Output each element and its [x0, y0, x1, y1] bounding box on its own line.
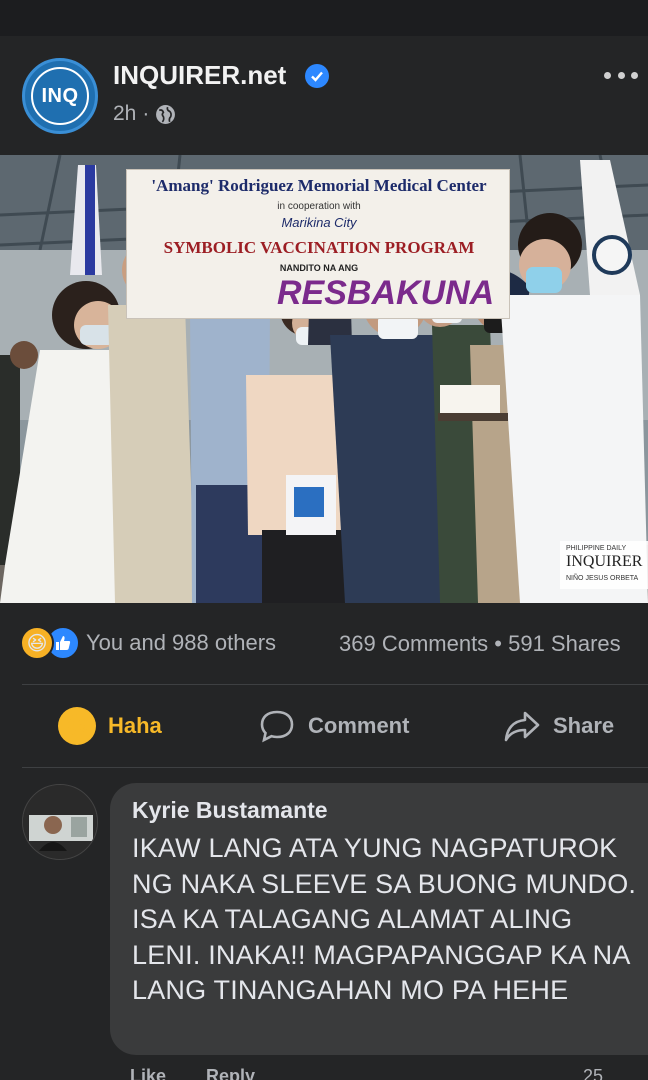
- photo-watermark: PHILIPPINE DAILY INQUIRER NIÑO JESUS ORB…: [560, 541, 648, 589]
- comments-shares-count[interactable]: 369 Comments • 591 Shares: [339, 631, 621, 657]
- banner-city: Marikina City: [281, 215, 357, 230]
- reactions-text: You and 988 others: [86, 630, 277, 655]
- page-avatar[interactable]: INQ: [22, 58, 98, 134]
- watermark-brand: INQUIRER: [566, 553, 643, 570]
- comment-actions: Like Reply: [130, 1066, 255, 1080]
- post-photo[interactable]: 'Amang' Rodriguez Memorial Medical Cente…: [0, 155, 648, 603]
- watermark-top: PHILIPPINE DAILY: [566, 545, 627, 552]
- banner-title: 'Amang' Rodriguez Memorial Medical Cente…: [151, 176, 487, 195]
- commenter-avatar[interactable]: [22, 784, 98, 860]
- haha-icon: 😆: [58, 707, 96, 745]
- post-meta: 2h ·: [113, 102, 176, 126]
- banner-logo-text: RESBAKUNA: [277, 274, 495, 312]
- haha-label: Haha: [108, 713, 162, 738]
- comment-icon: [260, 710, 294, 743]
- banner-subtitle: in cooperation with: [277, 201, 361, 212]
- share-icon: [504, 711, 540, 742]
- verified-badge-icon: [305, 64, 329, 88]
- comment-text: IKAW LANG ATA YUNG NAGPATUROK NG NAKA SL…: [132, 833, 637, 1005]
- divider: [22, 684, 648, 685]
- comment-bubble[interactable]: Kyrie Bustamante IKAW LANG ATA YUNG NAGP…: [110, 783, 648, 1055]
- banner-program: SYMBOLIC VACCINATION PROGRAM: [163, 238, 475, 257]
- haha-button[interactable]: 😆 Haha: [58, 704, 162, 748]
- status-bar: [0, 0, 648, 36]
- comment-reaction-count[interactable]: 25: [583, 1066, 603, 1080]
- share-button[interactable]: Share: [503, 704, 614, 748]
- comment-label: Comment: [308, 713, 410, 738]
- divider: [22, 767, 648, 768]
- page-name[interactable]: INQUIRER.net: [113, 60, 286, 91]
- reactions-summary[interactable]: 😆 You and 988 others: [20, 626, 276, 660]
- comment-author[interactable]: Kyrie Bustamante: [132, 797, 328, 824]
- commenter-photo: [23, 785, 97, 859]
- meta-dot: ·: [142, 102, 150, 125]
- like-link[interactable]: Like: [130, 1066, 166, 1080]
- reply-link[interactable]: Reply: [206, 1066, 255, 1080]
- share-label: Share: [553, 713, 615, 738]
- watermark-credit: NIÑO JESUS ORBETA: [566, 575, 639, 582]
- comment-button[interactable]: Comment: [258, 704, 409, 748]
- banner-tagline: NANDITO NA ANG: [279, 263, 359, 273]
- page-avatar-logo: INQ: [31, 67, 89, 125]
- haha-reaction-icon: 😆: [20, 626, 54, 660]
- event-banner: 'Amang' Rodriguez Memorial Medical Cente…: [126, 169, 510, 319]
- more-options-icon[interactable]: [604, 70, 638, 80]
- globe-icon: [156, 104, 176, 124]
- post-time[interactable]: 2h: [113, 102, 136, 126]
